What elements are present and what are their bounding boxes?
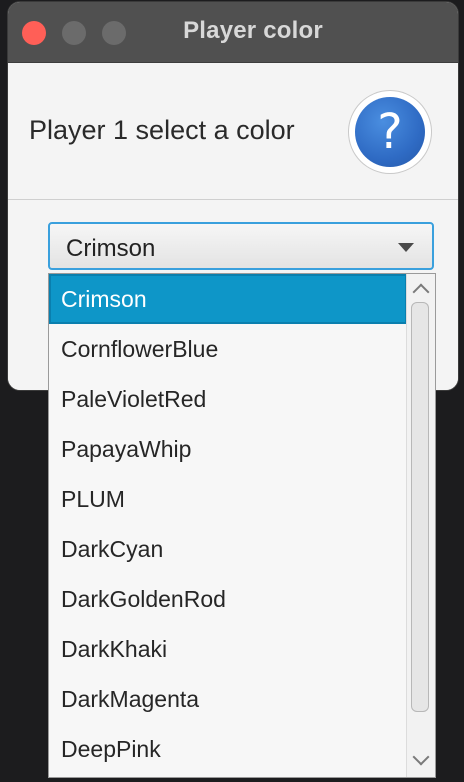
list-item[interactable]: DarkCyan — [49, 524, 407, 574]
dialog-header: Player 1 select a color ? — [8, 63, 458, 200]
chevron-down-icon[interactable] — [398, 243, 414, 252]
color-dropdown-list: Crimson CornflowerBlue PaleVioletRed Papaya… — [48, 273, 436, 778]
list-item[interactable]: DarkKhaki — [49, 624, 407, 674]
scroll-down-icon[interactable] — [412, 748, 430, 766]
color-combo-box[interactable]: Crimson — [48, 222, 434, 270]
list-item[interactable]: PaleVioletRed — [49, 374, 407, 424]
list-item[interactable]: DarkGoldenRod — [49, 574, 407, 624]
color-options: Crimson CornflowerBlue PaleVioletRed Papaya… — [49, 274, 407, 774]
list-item[interactable]: CornflowerBlue — [49, 324, 407, 374]
window-title: Player color — [183, 17, 323, 44]
scroll-thumb[interactable] — [411, 302, 429, 712]
list-item[interactable]: DarkMagenta — [49, 674, 407, 724]
dropdown-scrollbar[interactable] — [406, 274, 435, 777]
question-icon: ? — [349, 91, 431, 173]
dialog-header-text: Player 1 select a color — [29, 115, 295, 145]
question-mark-glyph: ? — [355, 97, 425, 167]
combo-selected-value: Crimson — [66, 235, 156, 262]
list-item[interactable]: PLUM — [49, 474, 407, 524]
list-item[interactable]: Crimson — [49, 274, 407, 324]
list-item[interactable]: DeepPink — [49, 724, 407, 774]
scroll-up-icon[interactable] — [412, 283, 430, 301]
titlebar: Player color — [8, 2, 458, 63]
list-item[interactable]: PapayaWhip — [49, 424, 407, 474]
